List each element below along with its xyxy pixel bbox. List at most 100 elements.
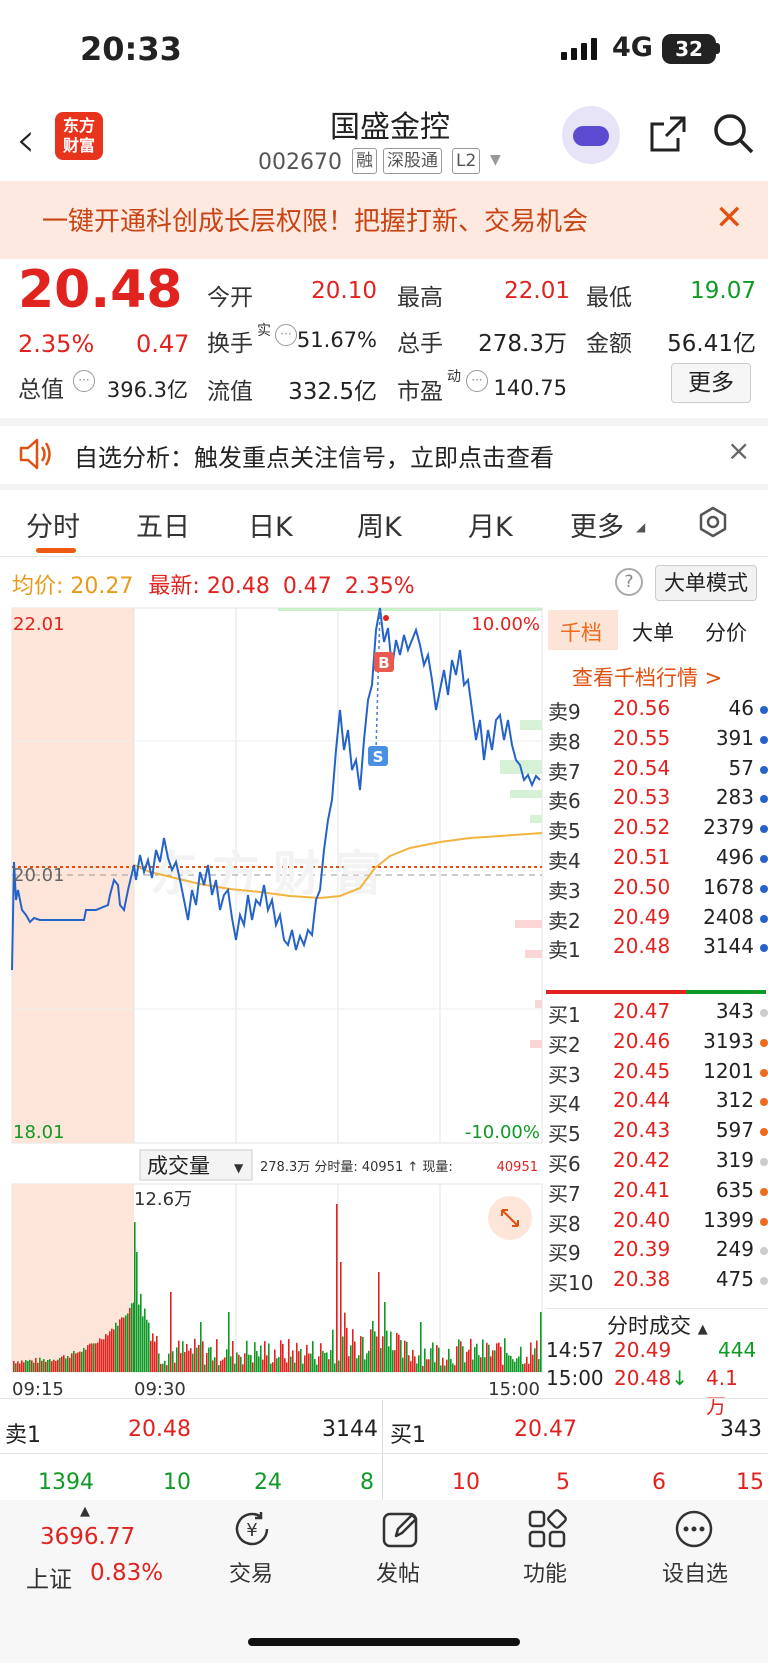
buy-level-row[interactable]: 买3 20.45 1201	[548, 1059, 768, 1089]
nav-add-watchlist[interactable]: 设自选	[650, 1556, 740, 1588]
nav-trade[interactable]: 交易	[206, 1556, 296, 1588]
nav-functions[interactable]: 功能	[500, 1556, 590, 1588]
promo-banner-text[interactable]: 一键开通科创成长层权限！把握打新、交易机会	[42, 201, 588, 238]
help-icon[interactable]: ?	[615, 568, 643, 596]
buy-level-row[interactable]: 买4 20.44 312	[548, 1088, 768, 1118]
tab-weekly-k[interactable]: 周K	[357, 505, 402, 544]
sell-level-price: 20.54	[613, 755, 671, 780]
bottom-sell-label: 卖1	[5, 1423, 41, 1448]
index-expand-arrow-icon[interactable]: ▲	[80, 1504, 90, 1519]
tab-daily-k[interactable]: 日K	[248, 505, 293, 544]
gear-icon[interactable]	[697, 506, 729, 538]
volume-bar	[67, 1355, 69, 1372]
buy-level-row[interactable]: 买8 20.40 1399	[548, 1208, 768, 1238]
sell-level-label: 卖7	[548, 759, 581, 784]
turnover-label: 换手	[207, 331, 253, 357]
functions-icon[interactable]	[526, 1508, 568, 1550]
buy-level-row[interactable]: 买1 20.47 343	[548, 999, 768, 1029]
tab-monthly-k[interactable]: 月K	[468, 505, 513, 544]
volume-bar	[338, 1360, 340, 1372]
share-icon[interactable]	[648, 114, 688, 154]
sell-level-row[interactable]: 卖3 20.50 1678	[548, 875, 768, 905]
volume-bar	[368, 1350, 370, 1372]
ticks-title[interactable]: 分时成交 ▲	[607, 1310, 708, 1340]
more-dots-icon[interactable]	[673, 1508, 715, 1550]
buy-level-row[interactable]: 买6 20.42 319	[548, 1148, 768, 1178]
volume-bar	[326, 1352, 328, 1372]
sell-level-volume: 46	[728, 696, 754, 720]
nav-post[interactable]: 发帖	[353, 1556, 443, 1588]
buy-level-price: 20.42	[613, 1148, 671, 1172]
volume-bar	[200, 1322, 202, 1372]
more-button[interactable]: 更多	[671, 363, 751, 403]
alert-text[interactable]: 自选分析：触发重点关注信号，立即点击查看	[74, 438, 554, 473]
volume-bar	[27, 1360, 29, 1372]
volume-bar	[168, 1353, 170, 1372]
close-icon[interactable]: ×	[727, 434, 750, 467]
order-dot-icon	[760, 855, 768, 863]
volume-bar	[248, 1354, 250, 1372]
volume-bar	[384, 1302, 386, 1372]
back-chevron-icon[interactable]: ‹	[16, 112, 35, 168]
buy-level-row[interactable]: 买7 20.41 635	[548, 1178, 768, 1208]
close-icon[interactable]: ✕	[715, 198, 744, 238]
volume-bar	[492, 1350, 494, 1372]
ticks-title-text: 分时成交	[607, 1314, 691, 1338]
volume-bar	[262, 1359, 264, 1372]
view-thousand-level-link[interactable]: 查看千档行情 >	[572, 662, 722, 692]
dropdown-arrow-icon[interactable]: ▼	[490, 152, 501, 168]
sell-level-row[interactable]: 卖4 20.51 496	[548, 845, 768, 875]
volume-bar	[318, 1356, 320, 1372]
sell-queue-number: 10	[163, 1470, 191, 1495]
tab-intraday[interactable]: 分时	[26, 505, 80, 544]
speaker-icon	[19, 438, 51, 470]
sell-queue-number: 24	[254, 1470, 282, 1495]
index-value[interactable]: 3696.77	[40, 1524, 135, 1550]
index-change-percent[interactable]: 0.83%	[90, 1560, 163, 1586]
buy-level-row[interactable]: 买10 20.38 475	[548, 1267, 768, 1297]
volume-bar	[506, 1352, 508, 1372]
buy-level-label: 买9	[548, 1241, 581, 1266]
sell-level-row[interactable]: 卖9 20.56 46	[548, 696, 768, 726]
volume-bar	[113, 1329, 115, 1372]
buy-level-row[interactable]: 买2 20.46 3193	[548, 1029, 768, 1059]
volume-bar	[348, 1356, 350, 1372]
big-order-mode-button[interactable]: 大单模式	[655, 565, 757, 601]
latest-label: 最新:	[148, 574, 200, 599]
sell-level-row[interactable]: 卖8 20.55 391	[548, 726, 768, 756]
volume-bar	[438, 1347, 440, 1372]
tab-big-orders[interactable]: 大单	[632, 617, 674, 647]
sell-level-row[interactable]: 卖1 20.48 3144	[548, 934, 768, 964]
orderbook-divider-bid	[546, 990, 686, 994]
volume-bar	[396, 1332, 398, 1372]
sell-level-row[interactable]: 卖2 20.49 2408	[548, 905, 768, 935]
index-name[interactable]: 上证	[26, 1560, 72, 1594]
tab-thousand-level[interactable]: 千档	[560, 617, 602, 647]
trade-icon[interactable]: ¥	[231, 1508, 273, 1550]
volume-bar	[254, 1342, 256, 1372]
chart-info-line: 均价: 20.27 最新: 20.48 0.47 2.35%	[12, 568, 415, 600]
volume-bar	[332, 1329, 334, 1372]
volume-bar	[103, 1339, 105, 1372]
sell-level-row[interactable]: 卖7 20.54 57	[548, 756, 768, 786]
tab-more[interactable]: 更多	[570, 505, 624, 544]
volume-bar	[498, 1342, 500, 1372]
intraday-chart[interactable]: 东 方 财 富 B S 22.01 20.01 18.01 10.00% -10…	[0, 600, 548, 1400]
volume-bar	[418, 1355, 420, 1372]
sell-level-row[interactable]: 卖5 20.52 2379	[548, 815, 768, 845]
buy-level-row[interactable]: 买5 20.43 597	[548, 1118, 768, 1148]
info-dots-icon[interactable]: ···	[73, 370, 95, 392]
volume-label: 总手	[397, 331, 443, 357]
search-icon[interactable]	[712, 112, 756, 156]
tab-five-day[interactable]: 五日	[136, 505, 190, 544]
bottom-buy-volume: 343	[720, 1417, 762, 1442]
buy-level-row[interactable]: 买9 20.39 249	[548, 1237, 768, 1267]
volume-bar	[276, 1358, 278, 1372]
order-dot-icon	[760, 1068, 768, 1077]
volume-bar	[61, 1356, 63, 1372]
volume-bar	[398, 1334, 400, 1372]
sell-level-row[interactable]: 卖6 20.53 283	[548, 785, 768, 815]
tab-price-distribution[interactable]: 分价	[705, 617, 747, 647]
post-icon[interactable]	[380, 1508, 422, 1550]
volume-bar	[148, 1322, 150, 1372]
